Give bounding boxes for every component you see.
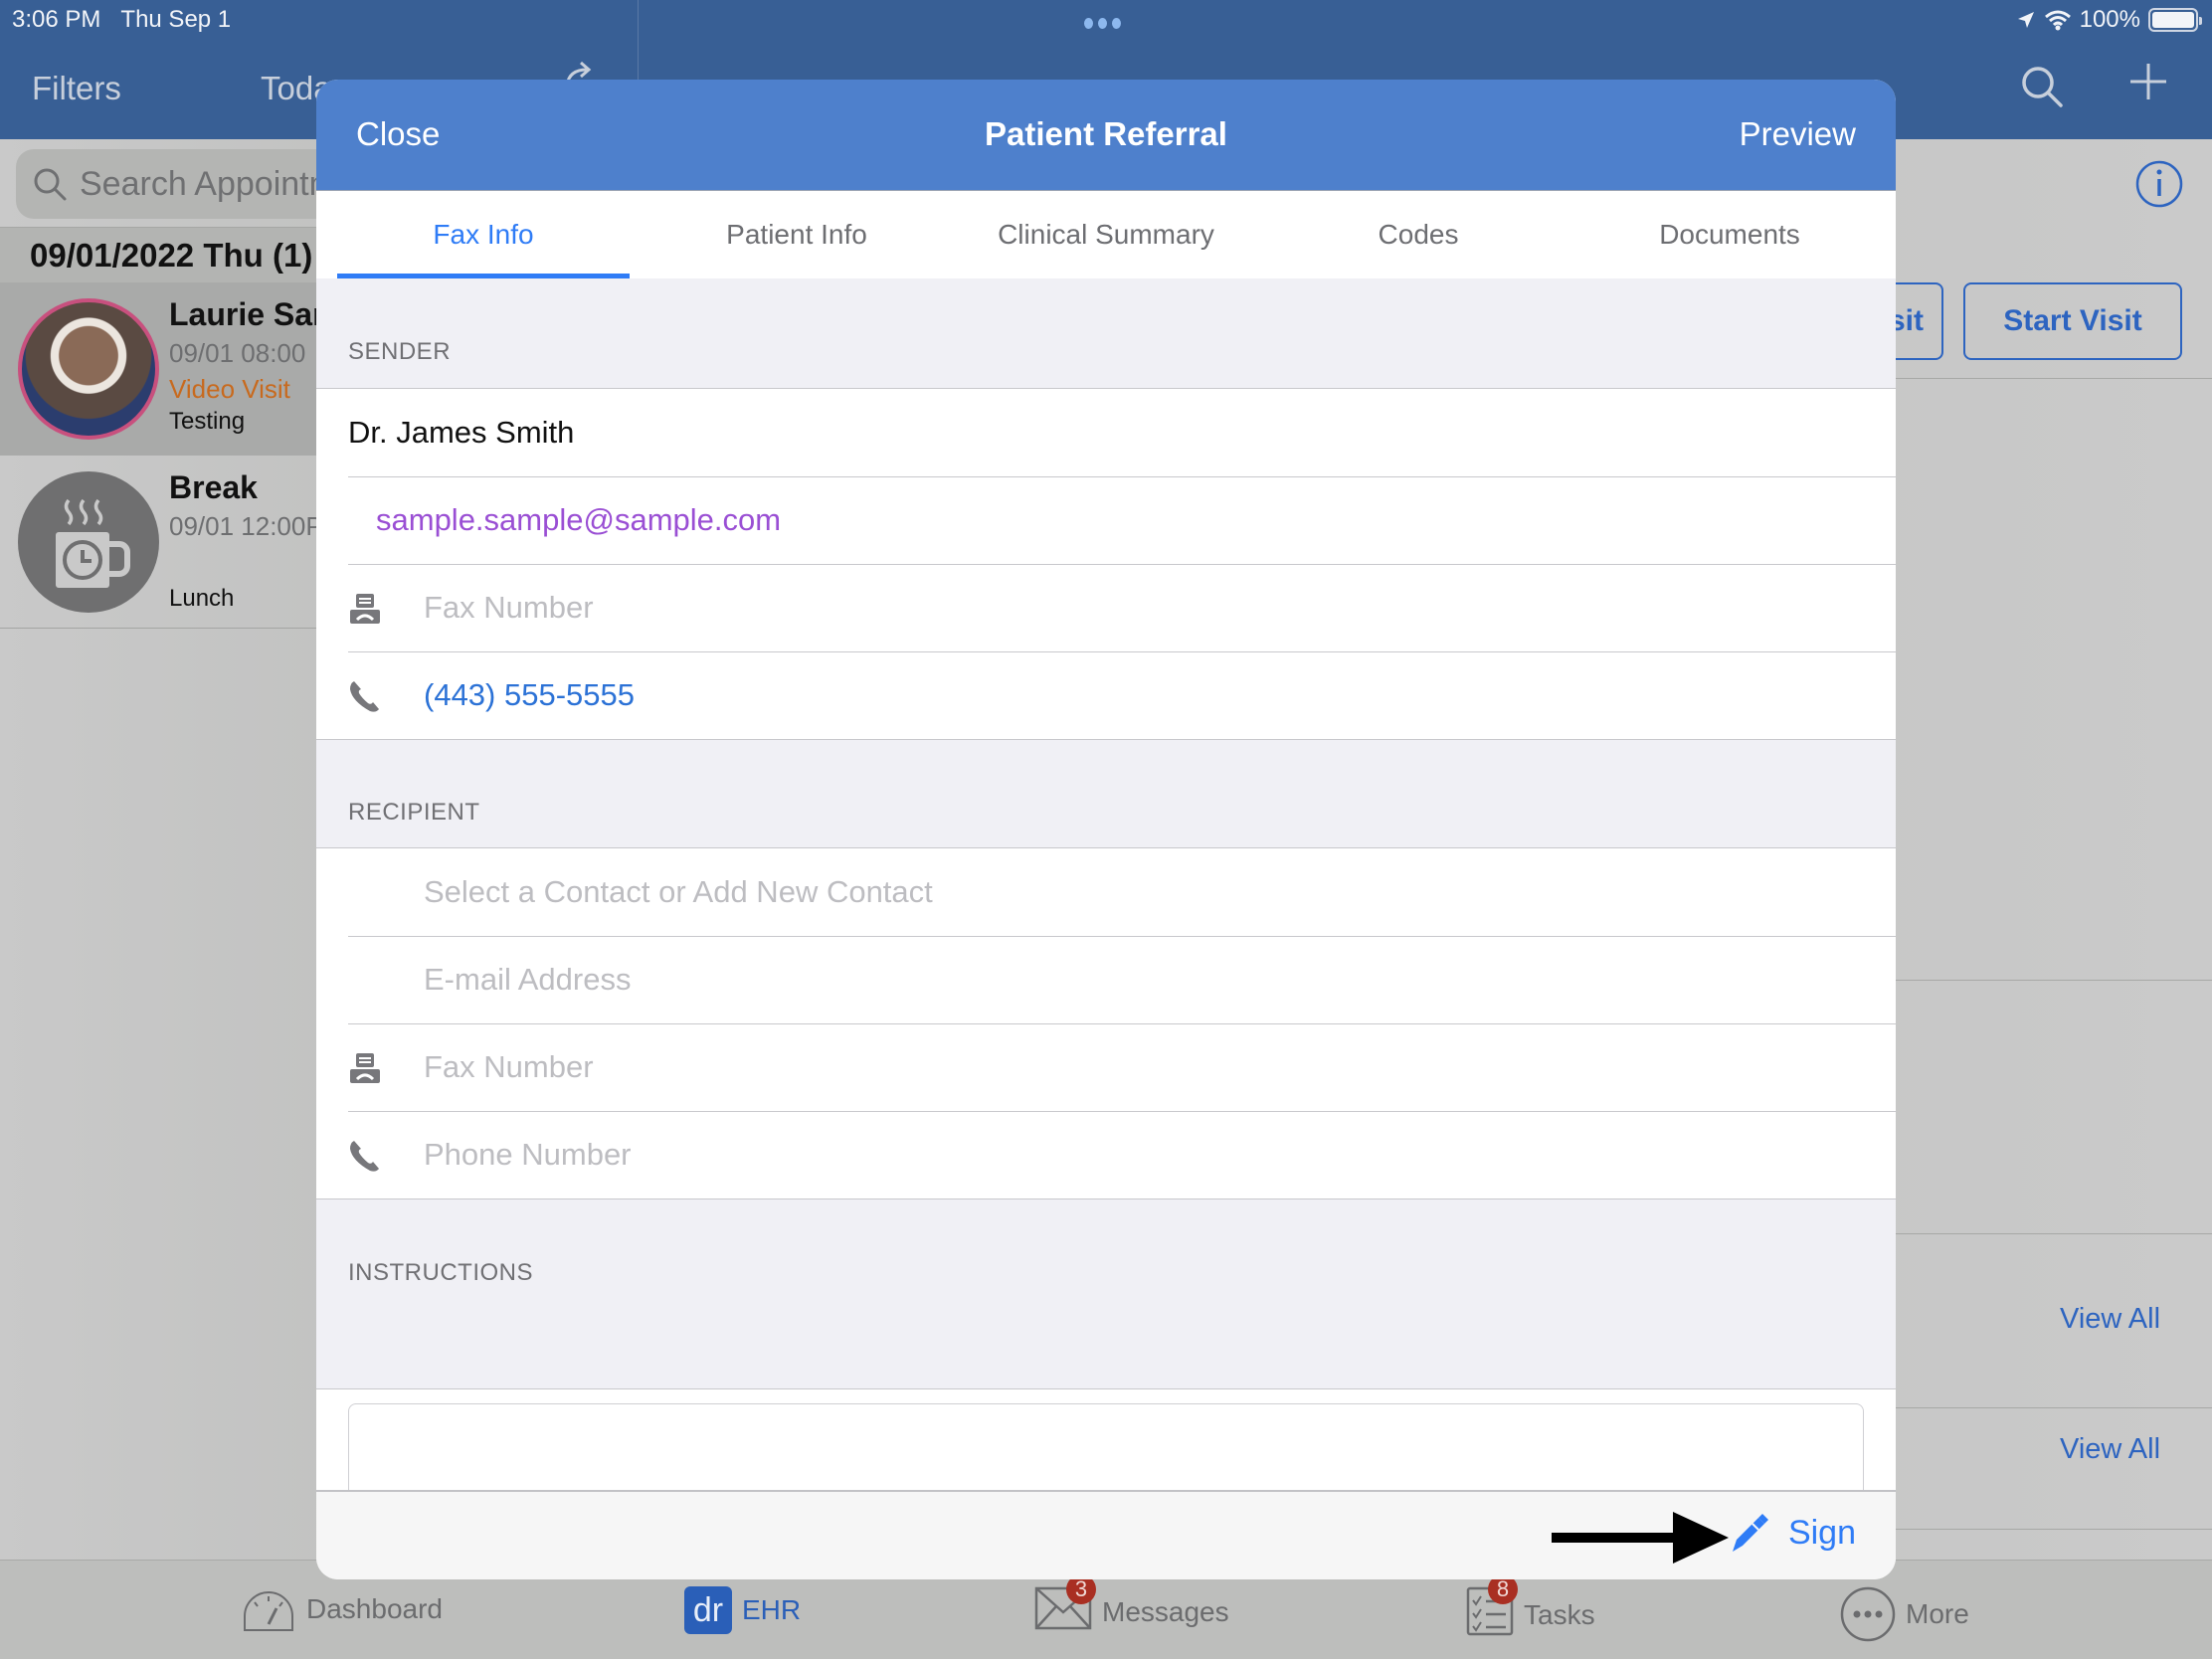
- tab-ehr[interactable]: dr EHR: [684, 1586, 801, 1634]
- tab-patient-info[interactable]: Patient Info: [650, 191, 943, 278]
- tab-more[interactable]: More: [1840, 1586, 1969, 1642]
- battery-percent: 100%: [2079, 6, 2140, 33]
- dr-logo-icon: dr: [684, 1586, 732, 1634]
- divider: [1896, 980, 2212, 981]
- recipient-contact-select[interactable]: Select a Contact or Add New Contact: [316, 848, 1896, 936]
- multitasking-dots-icon[interactable]: [1084, 18, 1121, 29]
- sender-fax-field[interactable]: Fax Number: [316, 564, 1896, 651]
- modal-title: Patient Referral: [985, 115, 1227, 152]
- tab-clinical-summary[interactable]: Clinical Summary: [960, 191, 1252, 278]
- fax-machine-icon: [350, 1053, 380, 1083]
- tab-label: EHR: [742, 1594, 802, 1625]
- instructions-group: [316, 1388, 1896, 1579]
- tab-tasks[interactable]: 8 Tasks: [1466, 1574, 1595, 1643]
- instructions-section-label: INSTRUCTIONS: [348, 1259, 533, 1286]
- status-bar-time: 3:06 PM Thu Sep 1: [12, 6, 231, 34]
- battery-icon: [2148, 8, 2202, 32]
- sender-name: Dr. James Smith: [348, 415, 575, 450]
- filters-button[interactable]: Filters: [32, 70, 121, 107]
- sender-email: sample.sample@sample.com: [376, 502, 782, 537]
- more-ellipsis-icon: [1840, 1586, 1896, 1642]
- modal-footer: Sign: [316, 1490, 1896, 1579]
- sender-email-row[interactable]: sample.sample@sample.com: [316, 476, 1896, 564]
- status-time: 3:06 PM: [12, 6, 101, 33]
- sender-fax-placeholder: Fax Number: [424, 590, 594, 625]
- tab-codes[interactable]: Codes: [1272, 191, 1565, 278]
- sender-name-row[interactable]: Dr. James Smith: [316, 389, 1896, 476]
- plus-icon[interactable]: [2128, 62, 2168, 106]
- recipient-fax-field[interactable]: Fax Number: [316, 1023, 1896, 1111]
- recipient-email-field[interactable]: E-mail Address: [316, 936, 1896, 1023]
- tab-label: Dashboard: [306, 1593, 443, 1624]
- recipient-section-label: RECIPIENT: [348, 799, 480, 826]
- appointment-time: 09/01 12:00P: [169, 511, 323, 541]
- checklist-icon: 8: [1466, 1574, 1518, 1643]
- logo-text: dr: [692, 1590, 724, 1629]
- search-icon: [34, 168, 67, 201]
- tab-label: Tasks: [1524, 1598, 1595, 1630]
- info-icon[interactable]: [2134, 159, 2184, 214]
- email-placeholder: E-mail Address: [424, 962, 632, 997]
- appointment-time: 09/01 08:00: [169, 338, 306, 368]
- appointment-name: Break: [169, 469, 258, 505]
- sender-phone-row[interactable]: (443) 555-5555: [316, 651, 1896, 739]
- fax-info-form: SENDER Dr. James Smith sample.sample@sam…: [316, 278, 1896, 1579]
- contact-placeholder: Select a Contact or Add New Contact: [424, 874, 933, 909]
- tab-documents[interactable]: Documents: [1583, 191, 1876, 278]
- pen-icon: [1732, 1514, 1768, 1552]
- status-date: Thu Sep 1: [120, 6, 232, 33]
- preview-button[interactable]: Preview: [1740, 115, 1856, 153]
- fax-placeholder: Fax Number: [424, 1049, 594, 1084]
- sender-group: Dr. James Smith sample.sample@sample.com…: [316, 388, 1896, 740]
- start-visit-button[interactable]: Start Visit: [1963, 282, 2182, 360]
- wifi-icon: [2044, 10, 2071, 31]
- view-all-link[interactable]: View All: [2060, 1303, 2160, 1336]
- phone-placeholder: Phone Number: [424, 1137, 632, 1172]
- divider: [1896, 1407, 2212, 1408]
- appointment-type: Video Visit: [169, 374, 290, 404]
- phone-icon: [350, 1141, 379, 1172]
- break-coffee-icon: [18, 471, 159, 613]
- appointment-note: Testing: [169, 408, 246, 435]
- annotation-arrow-icon: [1552, 1512, 1729, 1564]
- appointment-name: Laurie Sar: [169, 296, 325, 332]
- modal-header: Close Patient Referral Preview: [316, 80, 1896, 191]
- search-icon[interactable]: [2019, 64, 2065, 114]
- tab-label: Messages: [1102, 1595, 1229, 1627]
- phone-icon: [350, 681, 379, 712]
- divider: [1896, 1233, 2212, 1234]
- tab-fax-info[interactable]: Fax Info: [337, 191, 630, 278]
- patient-avatar: [18, 298, 159, 440]
- referral-tabs: Fax Info Patient Info Clinical Summary C…: [316, 191, 1896, 279]
- view-all-link[interactable]: View All: [2060, 1433, 2160, 1466]
- recipient-phone-field[interactable]: Phone Number: [316, 1111, 1896, 1198]
- tab-messages[interactable]: 3 Messages: [1034, 1574, 1229, 1637]
- status-bar-right: 100%: [2016, 6, 2202, 34]
- tab-label: More: [1906, 1598, 1969, 1629]
- sign-button[interactable]: Sign: [1729, 1512, 1856, 1554]
- dashboard-gauge-icon: [244, 1591, 293, 1631]
- appointment-note: Lunch: [169, 585, 235, 612]
- recipient-group: Select a Contact or Add New Contact E-ma…: [316, 847, 1896, 1199]
- sign-label: Sign: [1787, 1513, 1856, 1552]
- fax-machine-icon: [350, 594, 380, 624]
- divider: [1896, 378, 2212, 379]
- tab-dashboard[interactable]: Dashboard: [241, 1586, 443, 1632]
- envelope-icon: 3: [1034, 1574, 1096, 1637]
- patient-referral-modal: Close Patient Referral Preview Fax Info …: [316, 80, 1896, 1579]
- sender-phone: (443) 555-5555: [424, 677, 635, 712]
- sender-section-label: SENDER: [348, 338, 452, 365]
- location-arrow-icon: [2017, 12, 2034, 28]
- divider: [1896, 1529, 2212, 1530]
